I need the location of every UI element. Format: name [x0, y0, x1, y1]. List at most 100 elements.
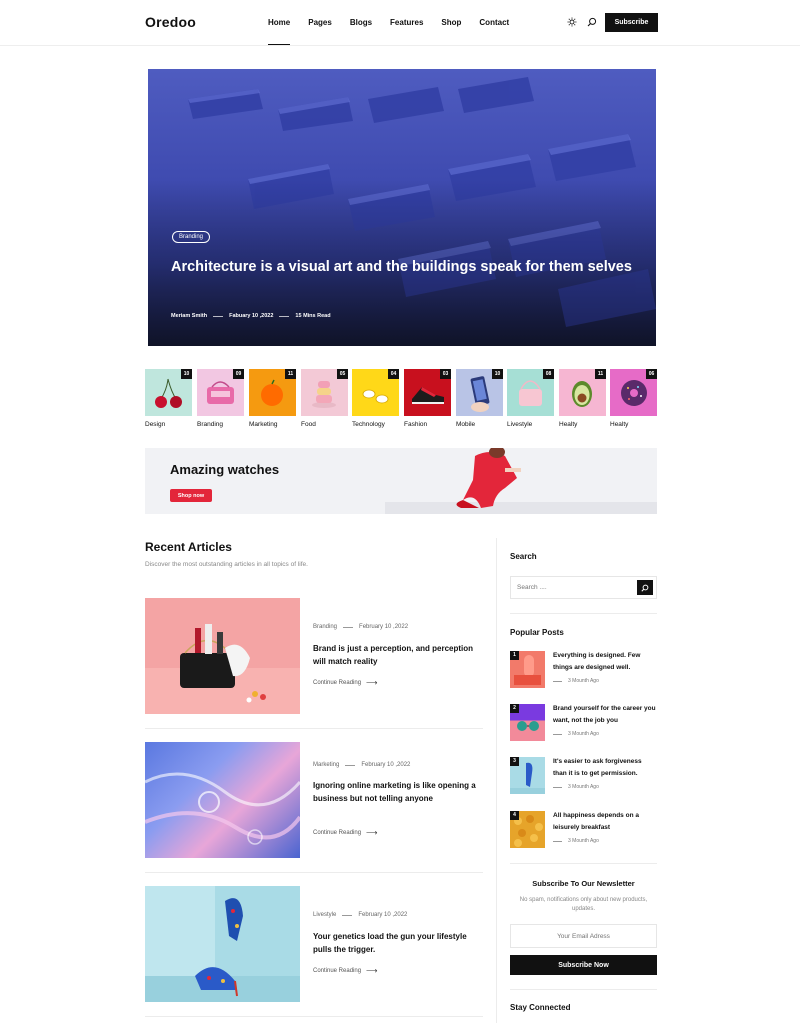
divider — [553, 786, 562, 788]
category-label: Food — [301, 421, 316, 428]
arrow-right-icon: ⟶ — [366, 678, 378, 687]
banner-title: Amazing watches — [170, 462, 280, 477]
category-count: 10 — [492, 369, 503, 379]
article-card[interactable]: Livestyle February 10 ,2022 Your genetic… — [145, 886, 483, 1003]
category-count: 11 — [595, 369, 606, 379]
popular-post-time: 3 Mounth Ago — [553, 784, 599, 790]
search-icon — [641, 584, 649, 592]
category-count: 08 — [543, 369, 554, 379]
popular-post[interactable]: 4 All happiness depends on a leisurely b… — [510, 811, 657, 851]
category-healty-2[interactable]: 06 Healty — [610, 369, 657, 428]
hero-meta: Meriam Smith Fabuary 10 ,2022 15 Mins Re… — [171, 313, 331, 319]
article-category[interactable]: Branding — [313, 624, 337, 630]
category-count: 04 — [388, 369, 399, 379]
search-input[interactable] — [511, 577, 637, 598]
popular-post-image[interactable]: 2 — [510, 704, 545, 741]
category-count: 09 — [233, 369, 244, 379]
article-image[interactable] — [145, 598, 300, 714]
article-category[interactable]: Marketing — [313, 762, 339, 768]
article-date: February 10 ,2022 — [359, 624, 409, 630]
category-label: Marketing — [249, 421, 278, 428]
article-image[interactable] — [145, 742, 300, 858]
category-label: Livestyle — [507, 421, 533, 428]
popular-post-date: 3 Mounth Ago — [568, 678, 599, 684]
category-count: 03 — [440, 369, 451, 379]
hero-title[interactable]: Architecture is a visual art and the bui… — [171, 256, 641, 279]
popular-post-image[interactable]: 3 — [510, 757, 545, 794]
popular-post-title[interactable]: Everything is designed. Few things are d… — [553, 650, 657, 674]
shop-now-button[interactable]: Shop now — [170, 489, 212, 502]
arrow-right-icon: ⟶ — [366, 966, 378, 975]
category-livestyle[interactable]: 08 Livestyle — [507, 369, 554, 428]
popular-post-title[interactable]: All happiness depends on a leisurely bre… — [553, 810, 657, 834]
popular-post[interactable]: 2 Brand yourself for the career you want… — [510, 704, 657, 744]
category-technology[interactable]: 04 Technology — [352, 369, 399, 428]
email-field[interactable] — [510, 924, 657, 948]
popular-post[interactable]: 1 Everything is designed. Few things are… — [510, 651, 657, 691]
category-marketing[interactable]: 11 Marketing — [249, 369, 296, 428]
continue-reading-label: Continue Reading — [313, 967, 362, 974]
continue-reading-link[interactable]: Continue Reading ⟶ — [313, 678, 378, 687]
category-mobile[interactable]: 10 Mobile — [456, 369, 503, 428]
article-card[interactable]: Marketing February 10 ,2022 Ignoring onl… — [145, 742, 483, 859]
search-heading: Search — [510, 552, 537, 561]
nav-blogs[interactable]: Blogs — [350, 18, 372, 27]
article-title[interactable]: Your genetics load the gun your lifestyl… — [313, 930, 478, 956]
category-fashion[interactable]: 03 Fashion — [404, 369, 451, 428]
article-title[interactable]: Brand is just a perception, and percepti… — [313, 642, 478, 668]
popular-post-title[interactable]: Brand yourself for the career you want, … — [553, 703, 657, 727]
category-design[interactable]: 10 Design — [145, 369, 192, 428]
main-nav: Home Pages Blogs Features Shop Contact — [268, 18, 527, 45]
category-label: Technology — [352, 421, 385, 428]
divider — [145, 872, 483, 873]
popular-post-time: 3 Mounth Ago — [553, 678, 599, 684]
divider — [553, 840, 562, 842]
category-count: 06 — [646, 369, 657, 379]
hero-author[interactable]: Meriam Smith — [171, 313, 207, 319]
hero-card[interactable]: Branding Architecture is a visual art an… — [148, 69, 656, 346]
article-date: February 10 ,2022 — [361, 762, 411, 768]
nav-features[interactable]: Features — [390, 18, 423, 27]
popular-post-number: 2 — [510, 704, 519, 713]
category-food[interactable]: 05 Food — [301, 369, 348, 428]
divider — [213, 315, 224, 317]
subscribe-now-button[interactable]: Subscribe Now — [510, 955, 657, 975]
divider — [279, 315, 290, 317]
nav-contact[interactable]: Contact — [479, 18, 509, 27]
popular-posts-heading: Popular Posts — [510, 628, 564, 637]
divider — [345, 764, 356, 766]
continue-reading-link[interactable]: Continue Reading ⟶ — [313, 828, 378, 837]
category-healty-1[interactable]: 11 Healty — [559, 369, 606, 428]
divider — [553, 680, 562, 682]
category-label: Design — [145, 421, 166, 428]
article-card[interactable]: Branding February 10 ,2022 Brand is just… — [145, 598, 483, 715]
search-icon[interactable] — [587, 17, 597, 27]
popular-post-title[interactable]: It's easier to ask forgiveness than it i… — [553, 756, 657, 780]
nav-pages[interactable]: Pages — [308, 18, 332, 27]
continue-reading-link[interactable]: Continue Reading ⟶ — [313, 966, 378, 975]
category-count: 05 — [337, 369, 348, 379]
site-logo[interactable]: Oredoo — [145, 14, 196, 30]
promo-banner[interactable]: Amazing watches Shop now — [145, 448, 657, 514]
category-branding[interactable]: 09 Branding — [197, 369, 244, 428]
popular-post-image[interactable]: 4 — [510, 811, 545, 848]
category-label: Branding — [197, 421, 224, 428]
category-thumb: 06 — [610, 369, 657, 416]
category-thumb: 11 — [249, 369, 296, 416]
article-category[interactable]: Livestyle — [313, 912, 336, 918]
nav-home[interactable]: Home — [268, 18, 291, 45]
popular-post-image[interactable]: 1 — [510, 651, 545, 688]
high-heels-image — [145, 886, 300, 1002]
divider — [510, 613, 657, 614]
article-title[interactable]: Ignoring online marketing is like openin… — [313, 779, 478, 805]
popular-post[interactable]: 3 It's easier to ask forgiveness than it… — [510, 757, 657, 797]
article-image[interactable] — [145, 886, 300, 1002]
fluid-art-image — [145, 772, 300, 845]
subscribe-button[interactable]: Subscribe — [605, 13, 658, 32]
category-label: Healty — [610, 421, 629, 428]
category-thumb: 10 — [145, 369, 192, 416]
nav-shop[interactable]: Shop — [441, 18, 461, 27]
search-button[interactable] — [637, 580, 653, 595]
sun-icon[interactable] — [567, 17, 577, 27]
hero-category-badge[interactable]: Branding — [172, 231, 211, 243]
